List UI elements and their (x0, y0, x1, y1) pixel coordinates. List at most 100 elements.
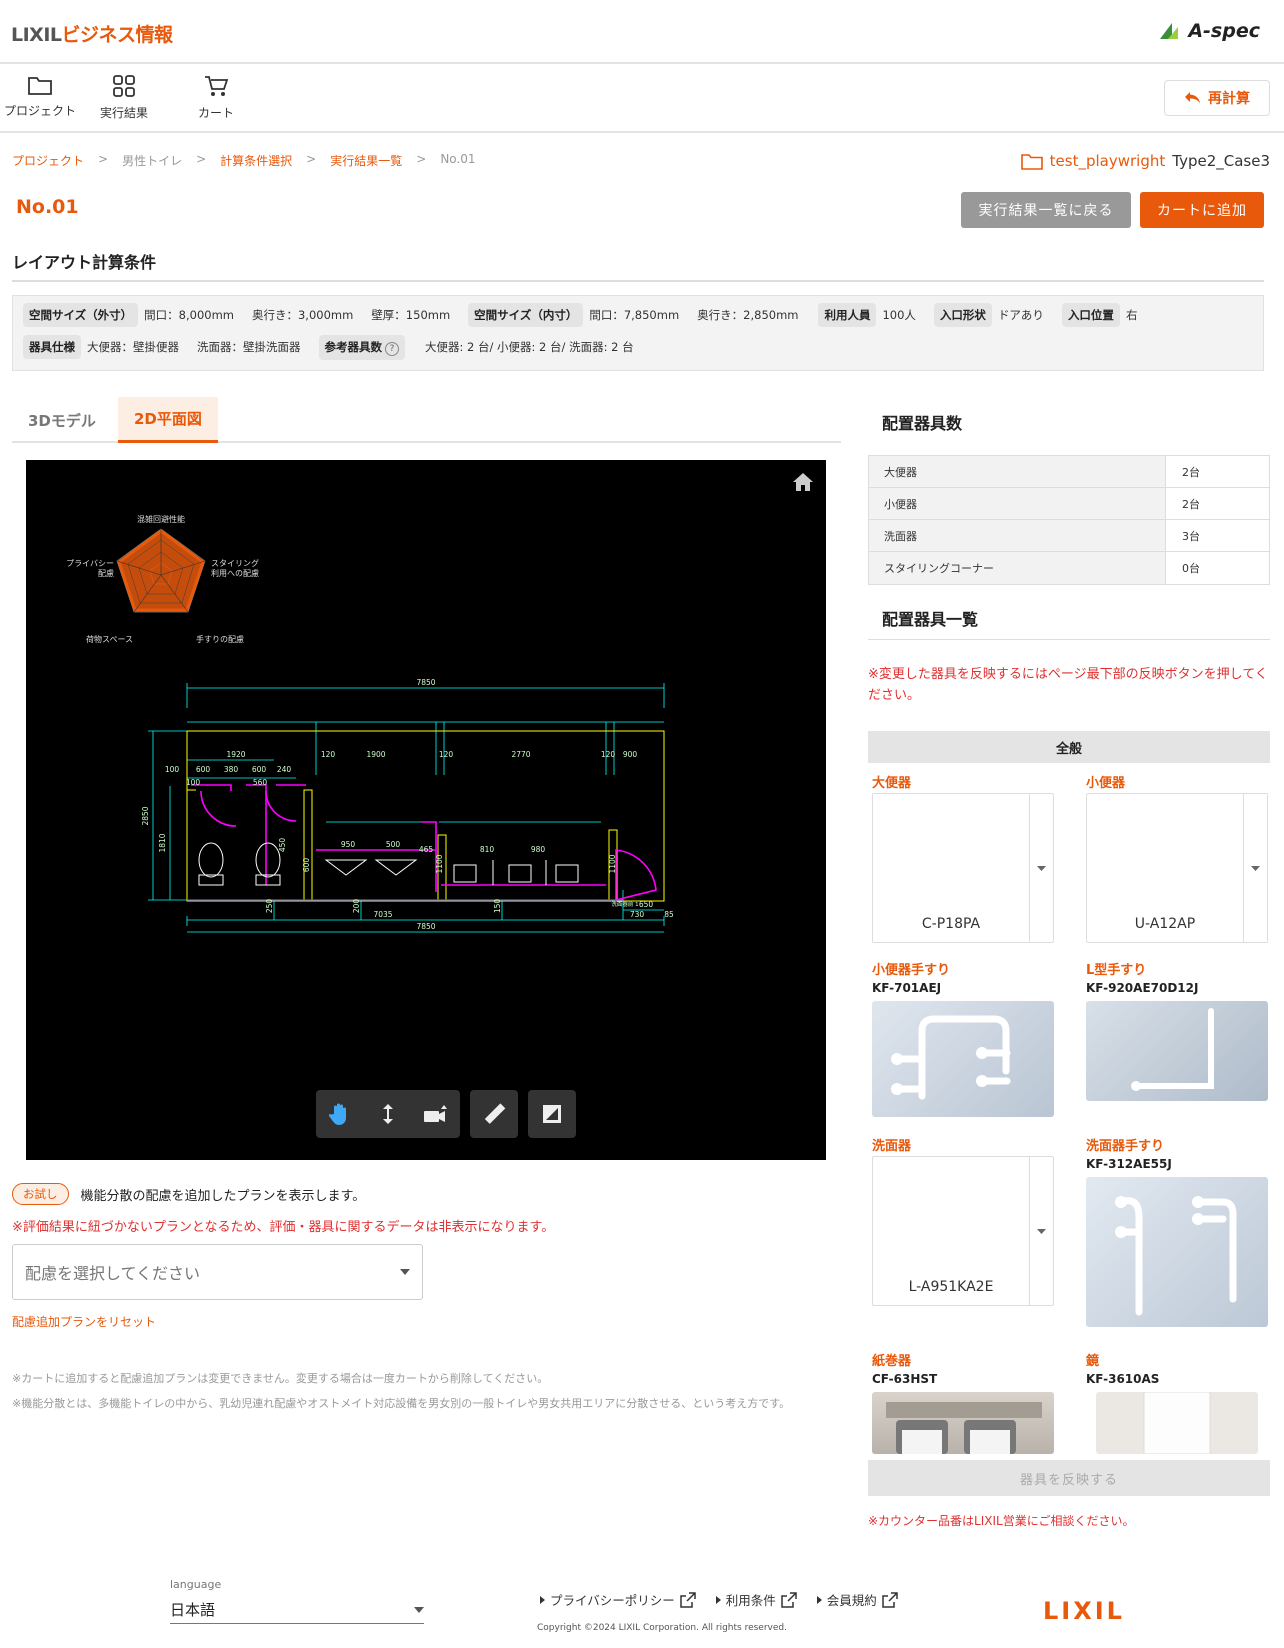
fixture-spec-tag: 器具仕様 (23, 335, 81, 359)
breadcrumb-conditions[interactable]: 計算条件選択 (220, 152, 292, 169)
folder-icon (28, 77, 52, 95)
table-row: 洗面器 3台 (869, 520, 1269, 552)
trial-badge: お試し (12, 1183, 69, 1205)
entry-shape-tag: 入口形状 (933, 303, 992, 327)
svg-text:7850: 7850 (416, 922, 435, 931)
brand-logo[interactable]: LIXILビジネス情報 (11, 20, 173, 47)
svg-text:560: 560 (253, 778, 268, 787)
page-title: No.01 (16, 196, 79, 218)
svg-text:1100: 1100 (608, 854, 617, 873)
divider (868, 639, 1270, 640)
cad-viewer[interactable]: 混雑回避性能 スタイリング 利用への配慮 手すりの配慮 荷物スペース プライバシ… (26, 460, 826, 1160)
recalc-button[interactable]: 再計算 (1164, 80, 1270, 116)
l-rail-label: L型手すり (1086, 963, 1147, 978)
outer-size-tag: 空間サイズ（外寸） (23, 303, 139, 327)
breadcrumb-project[interactable]: プロジェクト (12, 152, 84, 169)
svg-text:2770: 2770 (511, 750, 530, 759)
breadcrumb-results[interactable]: 実行結果一覧 (330, 152, 402, 169)
paper-holder-illustration (886, 1402, 1042, 1454)
basin-rail-label: 洗面器手すり (1086, 1139, 1165, 1154)
basin-rail-code: KF-312AE55J (1086, 1157, 1172, 1171)
table-row: 大便器 2台 (869, 456, 1269, 488)
paper-holder-code: CF-63HST (872, 1372, 938, 1386)
svg-text:85: 85 (664, 910, 674, 919)
back-to-results-button[interactable]: 実行結果一覧に戻る (961, 192, 1131, 228)
measure-tool-group (470, 1090, 518, 1138)
svg-text:240: 240 (277, 765, 292, 774)
conditions-panel: 空間サイズ（外寸） 間口：8,000mm 奥行き：3,000mm 壁厚：150m… (12, 295, 1264, 371)
project-info: test_playwright Type2_Case3 (1020, 152, 1270, 170)
pan-tool-button[interactable] (316, 1090, 364, 1138)
svg-text:810: 810 (480, 845, 495, 854)
table-row: スタイリングコーナー 0台 (869, 552, 1269, 584)
svg-text:7035: 7035 (373, 910, 392, 919)
language-select[interactable]: 日本語 (170, 1596, 424, 1624)
section-title: レイアウト計算条件 (12, 253, 157, 272)
breadcrumb-toilet: 男性トイレ (122, 154, 183, 168)
toolbar-cart-button[interactable]: カート (176, 74, 256, 121)
project-name[interactable]: test_playwright (1050, 152, 1166, 170)
svg-text:150: 150 (493, 899, 502, 914)
aspec-logo: A-spec (1158, 20, 1260, 42)
fixture-count-title: 配置器具数 (882, 414, 963, 433)
copyright: Copyright ©2024 LIXIL Corporation. All r… (537, 1623, 787, 1633)
basin-select[interactable]: L-A951KA2E (872, 1156, 1054, 1306)
terms-link[interactable]: 利用条件 (715, 1590, 797, 1609)
mirror-image (1096, 1392, 1258, 1454)
ruler-icon (484, 1103, 506, 1124)
hand-icon (329, 1103, 346, 1125)
reset-plan-link[interactable]: 配慮追加プランをリセット (12, 1313, 156, 1330)
zoom-tool-button[interactable] (364, 1090, 412, 1138)
l-rail-code: KF-920AE70D12J (1086, 981, 1199, 995)
view-tool-group (316, 1090, 460, 1138)
caret-down-icon (1037, 1228, 1046, 1234)
tab-3d-model[interactable]: 3Dモデル (12, 397, 112, 443)
cart-note: ※カートに追加すると配慮追加プランは変更できません。変更する場合は一度カートから… (12, 1372, 549, 1385)
svg-text:380: 380 (224, 765, 239, 774)
svg-text:1100: 1100 (435, 854, 444, 873)
general-section-header: 全般 (868, 731, 1270, 763)
fullscreen-button[interactable] (528, 1090, 576, 1138)
svg-text:600: 600 (252, 765, 267, 774)
svg-text:1900: 1900 (366, 750, 385, 759)
svg-text:500: 500 (386, 840, 401, 849)
breadcrumb-current: No.01 (440, 152, 476, 166)
view-tabs: 3Dモデル 2D平面図 (12, 397, 841, 443)
entry-position-tag: 入口位置 (1061, 303, 1120, 327)
tab-2d-plan[interactable]: 2D平面図 (118, 397, 218, 443)
toolbar-results-button[interactable]: 実行結果 (84, 74, 164, 121)
basin-rail-image (1086, 1177, 1268, 1327)
toolbar-project-button[interactable]: プロジェクト (0, 74, 80, 119)
aspec-mark-icon (1160, 23, 1179, 39)
mirror-illustration (1143, 1392, 1211, 1454)
svg-text:200: 200 (352, 899, 361, 914)
camera-tool-button[interactable] (412, 1090, 460, 1138)
basin-label: 洗面器 (872, 1139, 912, 1154)
privacy-link[interactable]: プライバシーポリシー (540, 1590, 696, 1609)
distribution-note: ※機能分散とは、多機能トイレの中から、乳幼児連れ配慮やオストメイト対応設備を男女… (12, 1397, 791, 1410)
trial-row: お試し 機能分散の配慮を追加したプランを表示します。 (12, 1183, 365, 1205)
svg-text:465: 465 (419, 845, 434, 854)
urinal-select[interactable]: U-A12AP (1086, 793, 1268, 943)
folder-icon (1020, 154, 1043, 170)
svg-text:600: 600 (196, 765, 211, 774)
camera-icon (424, 1105, 447, 1122)
toilet-select[interactable]: C-P18PA (872, 793, 1054, 943)
apply-fixtures-button[interactable]: 器具を反映する (868, 1460, 1270, 1496)
member-terms-link[interactable]: 会員規約 (816, 1590, 898, 1609)
urinal-label: 小便器 (1086, 776, 1126, 791)
svg-text:650: 650 (639, 900, 654, 909)
svg-text:730: 730 (630, 910, 645, 919)
fixture-list-title: 配置器具一覧 (882, 610, 979, 629)
svg-text:900: 900 (623, 750, 638, 759)
svg-text:950: 950 (341, 840, 356, 849)
add-to-cart-button[interactable]: カートに追加 (1140, 192, 1264, 228)
table-row: 小便器 2台 (869, 488, 1269, 520)
svg-text:600: 600 (302, 858, 311, 873)
svg-text:100: 100 (165, 765, 180, 774)
caret-right-icon (715, 1595, 721, 1604)
measure-tool-button[interactable] (470, 1090, 518, 1138)
help-icon[interactable]: ? (385, 341, 399, 356)
consideration-select[interactable]: 配慮を選択してください (12, 1244, 423, 1300)
caret-down-icon (414, 1606, 424, 1613)
